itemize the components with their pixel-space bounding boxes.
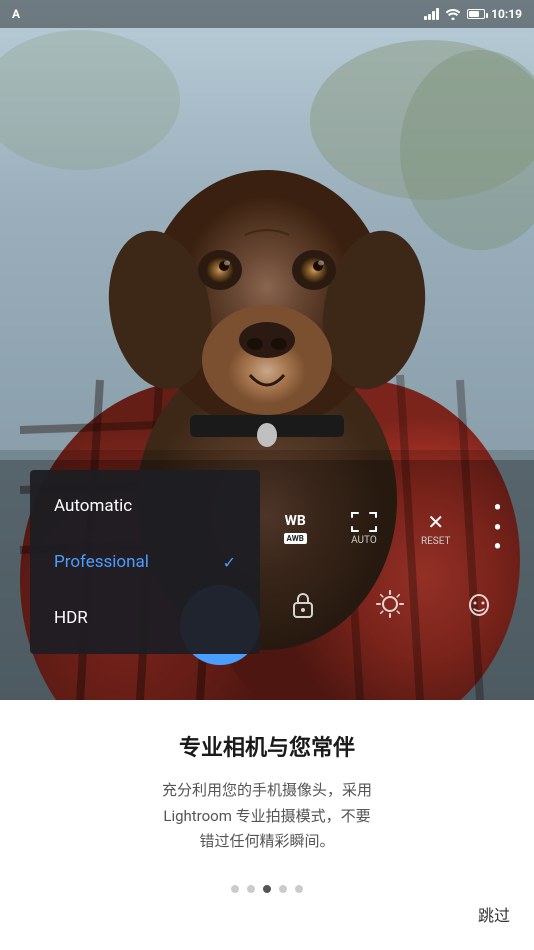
dot-3: [263, 885, 271, 893]
exposure-btn[interactable]: [376, 590, 404, 625]
battery-icon: [467, 9, 485, 19]
skip-button[interactable]: 跳过: [478, 902, 510, 926]
bottom-description: 充分利用您的手机摄像头，采用Lightroom 专业拍摄模式，不要错过任何精彩瞬…: [162, 778, 372, 855]
pagination-dots: [231, 885, 303, 893]
more-options-btn[interactable]: • • •: [494, 500, 503, 557]
dropdown-item-automatic[interactable]: Automatic: [30, 478, 260, 534]
automatic-label: Automatic: [54, 496, 132, 516]
dot-1: [231, 885, 239, 893]
professional-label: Professional: [54, 552, 149, 572]
close-icon: ✕: [427, 510, 444, 534]
signal-icon: [424, 8, 439, 20]
lock-exposure-btn[interactable]: [290, 591, 316, 625]
auto-focus-control[interactable]: AUTO: [350, 511, 378, 546]
face-detect-btn[interactable]: [464, 591, 494, 625]
reset-label: RESET: [421, 536, 451, 547]
wb-label: WB: [285, 513, 306, 529]
wb-control[interactable]: WB AWB: [284, 513, 307, 544]
time-display: 10:19: [491, 7, 522, 21]
dropdown-item-hdr[interactable]: HDR: [30, 590, 260, 646]
dot-5: [295, 885, 303, 893]
exposure-icon: [376, 590, 404, 618]
dot-2: [247, 885, 255, 893]
lock-icon: [290, 591, 316, 619]
bottom-section: 专业相机与您常伴 充分利用您的手机摄像头，采用Lightroom 专业拍摄模式，…: [0, 700, 534, 950]
viewfinder-icon: [350, 511, 378, 533]
dropdown-item-professional[interactable]: Professional ✓: [30, 534, 260, 590]
hdr-label: HDR: [54, 608, 88, 628]
dot-4: [279, 885, 287, 893]
photo-area: Automatic Professional ✓ HDR WB AWB AUTO: [0, 0, 534, 700]
face-detect-icon: [464, 591, 494, 619]
check-icon: ✓: [223, 553, 236, 572]
mode-dropdown: Automatic Professional ✓ HDR: [30, 470, 260, 654]
camera-bottom-controls: [260, 590, 524, 625]
reset-control[interactable]: ✕ RESET: [421, 510, 451, 547]
camera-top-controls: WB AWB AUTO ✕ RESET • • •: [262, 500, 524, 557]
wb-badge: AWB: [284, 533, 307, 544]
carrier-label: A: [12, 7, 20, 21]
status-bar: A 10:19: [0, 0, 534, 28]
bottom-title: 专业相机与您常伴: [179, 730, 355, 762]
wifi-icon: [445, 8, 461, 20]
status-icons: 10:19: [424, 7, 522, 21]
auto-label: AUTO: [351, 535, 377, 546]
